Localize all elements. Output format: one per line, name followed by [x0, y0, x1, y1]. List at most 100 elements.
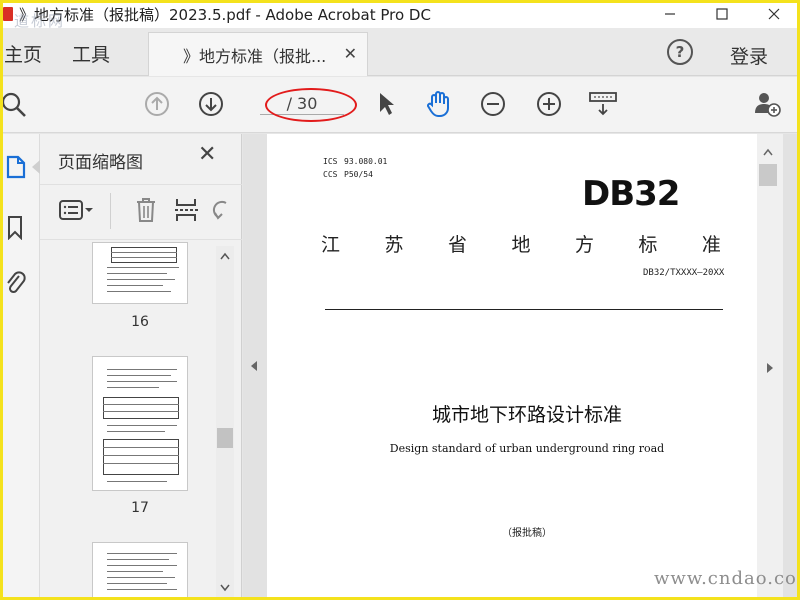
tab-document[interactable]: 》地方标准（报批... ✕	[148, 32, 368, 76]
tab-bar: 主页 工具 》地方标准（报批... ✕ ? 登录	[0, 28, 800, 76]
search-icon	[1, 92, 26, 117]
panel-pointer	[32, 160, 40, 174]
province-char: 地	[511, 234, 531, 256]
tab-close-button[interactable]: ✕	[344, 44, 357, 63]
db-code: DB32	[582, 174, 680, 214]
annotation-circle	[265, 88, 357, 122]
scroll-up-icon	[220, 252, 230, 260]
select-tool-button[interactable]	[370, 89, 400, 119]
ics-label: ICS	[323, 157, 338, 166]
delete-page-button[interactable]	[134, 197, 158, 227]
zoom-out-button[interactable]	[478, 89, 508, 119]
window-title: 》地方标准（报批稿）2023.5.pdf - Adobe Acrobat Pro…	[19, 5, 431, 24]
scrollbar-thumb[interactable]	[217, 428, 233, 448]
ccs-value: P50/54	[344, 170, 373, 179]
left-nav-strip	[0, 134, 40, 600]
standard-number: DB32/TXXXX—20XX	[643, 268, 725, 278]
minimize-button[interactable]	[644, 0, 696, 28]
panel-title: 页面缩略图	[58, 153, 143, 173]
help-button[interactable]: ?	[667, 39, 693, 65]
chevron-down-icon	[85, 208, 93, 212]
arrow-down-circle-icon	[199, 92, 223, 116]
province-char: 省	[447, 234, 467, 256]
hand-tool-button[interactable]	[424, 89, 454, 119]
draft-label: （报批稿）	[502, 528, 552, 539]
help-icon: ?	[675, 43, 685, 61]
page-thumbnail[interactable]	[92, 542, 188, 600]
paperclip-icon	[7, 271, 26, 294]
hand-icon	[427, 91, 449, 117]
extract-page-button[interactable]	[174, 197, 200, 227]
page-extract-icon	[175, 199, 199, 221]
scroll-down-icon	[220, 584, 230, 592]
acrobat-app-icon	[3, 7, 13, 21]
zoom-in-button[interactable]	[534, 89, 564, 119]
bookmarks-nav-button[interactable]	[4, 214, 26, 240]
keyboard-tool-button[interactable]	[588, 89, 618, 119]
keyboard-icon	[589, 92, 617, 116]
province-char: 准	[701, 234, 721, 256]
scrollbar-thumb[interactable]	[759, 164, 777, 186]
maximize-icon	[716, 8, 728, 20]
page-thumbnail[interactable]	[92, 242, 188, 304]
thumbnail-table	[103, 439, 179, 475]
pdf-page: ICS 93.080.01 CCS P50/54 DB32 江 苏 省 地 方 …	[267, 134, 757, 600]
arrow-up-circle-icon	[145, 92, 169, 116]
login-button[interactable]: 登录	[730, 42, 768, 69]
page-thumbnails-nav-button[interactable]	[4, 154, 26, 180]
window-controls	[644, 0, 800, 28]
document-title-en: Design standard of urban underground rin…	[389, 442, 665, 455]
province-char: 江	[321, 234, 341, 256]
scroll-up-icon	[763, 148, 773, 156]
document-title-cn: 城市地下环路设计标准	[431, 404, 622, 426]
share-user-button[interactable]	[752, 89, 782, 119]
horizontal-rule	[325, 309, 723, 310]
tab-document-label: 》地方标准（报批...	[183, 46, 327, 66]
zoom-out-icon	[481, 92, 505, 116]
ccs-label: CCS	[323, 170, 338, 179]
minimize-icon	[665, 13, 675, 15]
panel-close-button[interactable]: ✕	[198, 142, 216, 167]
page-thumbnail[interactable]	[92, 356, 188, 491]
maximize-button[interactable]	[696, 0, 748, 28]
rotate-page-button[interactable]	[212, 197, 228, 227]
list-options-icon	[59, 200, 83, 220]
expand-right-icon[interactable]	[766, 362, 774, 374]
cursor-arrow-icon	[380, 93, 394, 115]
thumbnail-page-number: 17	[131, 500, 149, 516]
close-window-button[interactable]	[748, 0, 800, 28]
toolbar: / 30	[0, 77, 800, 133]
close-icon	[768, 8, 780, 20]
document-scrollbar[interactable]	[757, 134, 783, 600]
province-char: 标	[638, 234, 658, 256]
document-view[interactable]: ICS 93.080.01 CCS P50/54 DB32 江 苏 省 地 方 …	[243, 134, 800, 600]
collapse-left-icon[interactable]	[250, 360, 258, 372]
rotate-icon	[212, 200, 227, 220]
thumbnail-options-button[interactable]	[58, 199, 94, 221]
thumbnail-page-number: 16	[131, 314, 149, 330]
search-button[interactable]	[0, 89, 30, 119]
thumbnail-scrollbar[interactable]	[216, 246, 234, 600]
trash-icon	[137, 198, 155, 222]
zoom-in-icon	[537, 92, 561, 116]
tab-tools[interactable]: 工具	[72, 40, 110, 67]
bookmark-icon	[8, 216, 22, 240]
province-char: 方	[574, 234, 594, 256]
watermark-logo: 道标网	[14, 12, 66, 30]
toolbar-divider	[110, 193, 111, 229]
attachments-nav-button[interactable]	[4, 270, 26, 296]
thumbnail-toolbar	[40, 184, 242, 240]
province-standard-heading: 江 苏 省 地 方 标 准	[321, 230, 721, 257]
province-char: 苏	[384, 234, 404, 256]
previous-page-button[interactable]	[142, 89, 172, 119]
next-page-button[interactable]	[196, 89, 226, 119]
add-user-icon	[755, 93, 781, 117]
ics-value: 93.080.01	[344, 157, 388, 166]
watermark-url: www.cndao.com	[654, 568, 800, 589]
tab-home[interactable]: 主页	[4, 40, 42, 67]
thumbnail-table	[103, 397, 179, 419]
page-thumbnail-icon	[6, 155, 26, 179]
page-thumbnails-panel: 页面缩略图 ✕ 16 17	[40, 134, 242, 600]
thumbnail-table	[111, 247, 177, 263]
title-bar: 》地方标准（报批稿）2023.5.pdf - Adobe Acrobat Pro…	[0, 0, 800, 28]
